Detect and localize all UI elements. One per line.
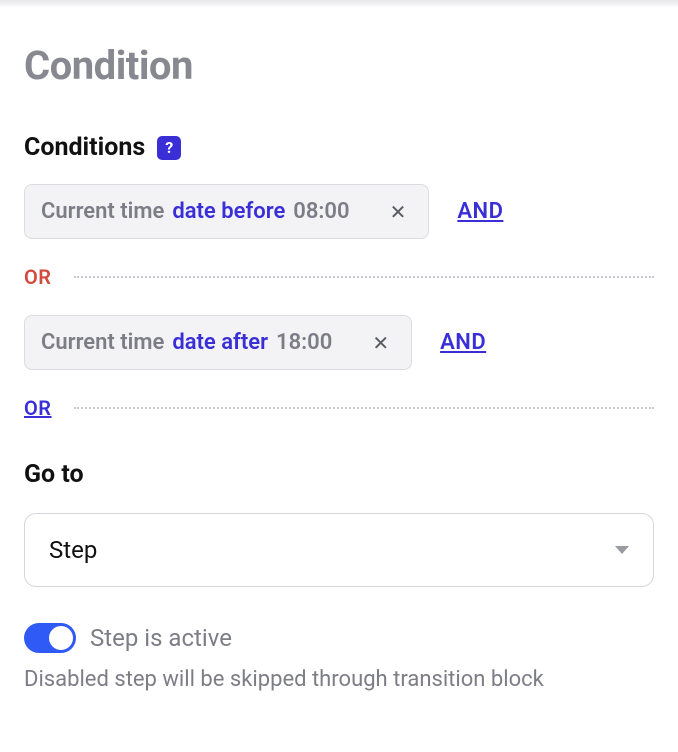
close-icon[interactable]: ✕ <box>384 202 413 222</box>
toggle-knob <box>49 626 73 650</box>
or-separator: OR <box>24 265 654 289</box>
condition-row: Current time date after 18:00 ✕ AND <box>24 315 654 370</box>
condition-chip[interactable]: Current time date after 18:00 ✕ <box>24 315 412 370</box>
goto-select-value: Step <box>49 536 97 564</box>
active-toggle[interactable] <box>24 623 76 653</box>
or-separator-label: OR <box>24 265 52 289</box>
chip-operator: date before <box>172 199 285 224</box>
add-or-button[interactable]: OR <box>24 396 52 420</box>
active-toggle-label: Step is active <box>90 624 232 652</box>
conditions-label: Conditions <box>24 133 145 162</box>
condition-chip[interactable]: Current time date before 08:00 ✕ <box>24 184 429 239</box>
add-and-button[interactable]: AND <box>440 330 486 355</box>
divider <box>74 407 655 409</box>
close-icon[interactable]: ✕ <box>366 333 395 353</box>
add-and-button[interactable]: AND <box>457 199 503 224</box>
chip-subject: Current time <box>41 199 164 224</box>
page-title: Condition <box>24 42 654 89</box>
or-add-row: OR <box>24 396 654 420</box>
goto-label: Go to <box>24 460 654 489</box>
chip-value: 08:00 <box>293 199 349 224</box>
chip-value: 18:00 <box>276 330 332 355</box>
condition-row: Current time date before 08:00 ✕ AND <box>24 184 654 239</box>
help-icon[interactable]: ? <box>157 136 181 160</box>
chip-subject: Current time <box>41 330 164 355</box>
chip-operator: date after <box>172 330 268 355</box>
condition-panel: Condition Conditions ? Current time date… <box>0 8 678 720</box>
conditions-header: Conditions ? <box>24 133 654 162</box>
chevron-down-icon <box>615 546 629 554</box>
active-toggle-row: Step is active <box>24 623 654 653</box>
goto-select[interactable]: Step <box>24 513 654 587</box>
panel-top-shadow <box>0 0 678 8</box>
active-help-text: Disabled step will be skipped through tr… <box>24 663 654 696</box>
divider <box>74 276 655 278</box>
